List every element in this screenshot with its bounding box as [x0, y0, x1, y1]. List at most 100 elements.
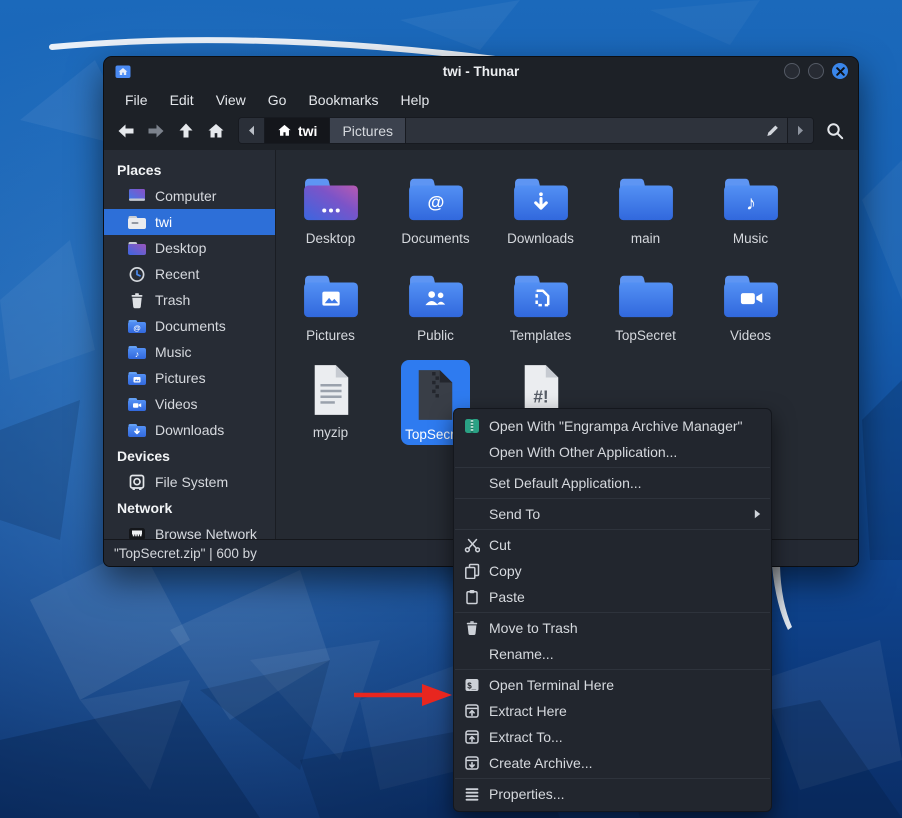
edit-path-button[interactable]	[758, 118, 787, 143]
sidebar-item-twi[interactable]: twi	[104, 209, 275, 235]
sidebar-header-places: Places	[104, 157, 275, 183]
file-item-desktop[interactable]: Desktop	[278, 166, 383, 263]
search-icon	[826, 122, 844, 140]
menu-bookmarks[interactable]: Bookmarks	[297, 88, 389, 112]
sidebar-item-label: Pictures	[155, 370, 206, 386]
file-item-myzip[interactable]: myzip	[278, 360, 383, 457]
file-label: Public	[417, 328, 454, 343]
context-item-send-to[interactable]: Send To	[454, 501, 771, 527]
context-item-label: Extract To...	[489, 729, 563, 745]
folder-pictures-icon	[127, 370, 147, 386]
sidebar-item-label: Music	[155, 344, 192, 360]
path-scroll-left[interactable]	[239, 118, 265, 143]
context-item-open-terminal-here[interactable]: $_Open Terminal Here	[454, 672, 771, 698]
sidebar-item-desktop[interactable]: Desktop	[104, 235, 275, 261]
path-segment-twi[interactable]: twi	[265, 118, 330, 143]
minimize-button[interactable]	[784, 63, 800, 79]
sidebar-item-browse-network[interactable]: Browse Network	[104, 521, 275, 539]
sidebar-item-videos[interactable]: Videos	[104, 391, 275, 417]
sidebar-item-recent[interactable]: Recent	[104, 261, 275, 287]
context-item-label: Set Default Application...	[489, 475, 642, 491]
sidebar-item-pictures[interactable]: Pictures	[104, 365, 275, 391]
file-item-downloads[interactable]: Downloads	[488, 166, 593, 263]
context-item-extract-here[interactable]: Extract Here	[454, 698, 771, 724]
sidebar-item-documents[interactable]: @Documents	[104, 313, 275, 339]
sidebar-item-label: Downloads	[155, 422, 224, 438]
context-item-move-to-trash[interactable]: Move to Trash	[454, 615, 771, 641]
sidebar-item-label: Desktop	[155, 240, 206, 256]
close-button[interactable]	[832, 63, 848, 79]
file-item-main[interactable]: main	[593, 166, 698, 263]
sidebar-item-label: File System	[155, 474, 228, 490]
menubar: FileEditViewGoBookmarksHelp	[104, 85, 858, 115]
sidebar-item-music[interactable]: ♪Music	[104, 339, 275, 365]
menu-go[interactable]: Go	[257, 88, 298, 112]
file-zip-icon	[412, 365, 458, 423]
context-item-open-with-engrampa-archive-manager[interactable]: Open With "Engrampa Archive Manager"	[454, 413, 771, 439]
forward-button[interactable]	[142, 118, 170, 144]
file-label: Documents	[401, 231, 469, 246]
search-button[interactable]	[820, 117, 850, 144]
extract-icon	[463, 703, 480, 719]
context-item-set-default-application[interactable]: Set Default Application...	[454, 470, 771, 496]
context-item-rename[interactable]: Rename...	[454, 641, 771, 667]
path-segment-pictures[interactable]: Pictures	[330, 118, 406, 143]
file-item-topsecret[interactable]: TopSecret	[593, 263, 698, 360]
file-item-videos[interactable]: Videos	[698, 263, 803, 360]
context-item-paste[interactable]: Paste	[454, 584, 771, 610]
file-item-music[interactable]: ♪Music	[698, 166, 803, 263]
pencil-icon	[765, 123, 780, 138]
toolbar: twi Pictures	[104, 115, 858, 150]
desktop: twi - Thunar FileEditViewGoBookmarksHelp	[0, 0, 902, 818]
menu-separator	[455, 529, 770, 530]
folder-documents-icon: @	[127, 318, 147, 334]
menu-edit[interactable]: Edit	[159, 88, 205, 112]
file-label: Templates	[510, 328, 572, 343]
file-item-pictures[interactable]: Pictures	[278, 263, 383, 360]
archive-icon	[463, 755, 480, 771]
folder-icon	[615, 166, 677, 224]
context-item-copy[interactable]: Copy	[454, 558, 771, 584]
context-item-label: Cut	[489, 537, 511, 553]
drive-icon	[127, 474, 147, 491]
svg-text:$_: $_	[467, 681, 476, 690]
menu-view[interactable]: View	[205, 88, 257, 112]
sidebar-header-devices: Devices	[104, 443, 275, 469]
context-item-label: Open With "Engrampa Archive Manager"	[489, 418, 743, 434]
context-item-create-archive[interactable]: Create Archive...	[454, 750, 771, 776]
menu-file[interactable]: File	[114, 88, 159, 112]
file-item-public[interactable]: Public	[383, 263, 488, 360]
copy-icon	[463, 563, 480, 579]
back-button[interactable]	[112, 118, 140, 144]
sidebar-item-label: Trash	[155, 292, 190, 308]
folder-icon	[720, 263, 782, 321]
home-button[interactable]	[202, 118, 230, 144]
context-item-cut[interactable]: Cut	[454, 532, 771, 558]
maximize-button[interactable]	[808, 63, 824, 79]
path-scroll-right[interactable]	[787, 118, 813, 143]
terminal-icon: $_	[463, 677, 480, 693]
list-icon	[463, 786, 480, 802]
pathbar: twi Pictures	[238, 117, 814, 144]
sidebar: PlacesComputertwi Desktop Recent Trash @Docu…	[104, 150, 276, 539]
sidebar-item-trash[interactable]: Trash	[104, 287, 275, 313]
context-item-properties[interactable]: Properties...	[454, 781, 771, 807]
up-button[interactable]	[172, 118, 200, 144]
folder-icon	[510, 166, 572, 224]
menu-separator	[455, 498, 770, 499]
context-item-extract-to[interactable]: Extract To...	[454, 724, 771, 750]
folder-icon	[615, 263, 677, 321]
sidebar-item-computer[interactable]: Computer	[104, 183, 275, 209]
titlebar[interactable]: twi - Thunar	[104, 57, 858, 85]
sidebar-item-file-system[interactable]: File System	[104, 469, 275, 495]
file-item-documents[interactable]: @Documents	[383, 166, 488, 263]
context-item-open-with-other-application[interactable]: Open With Other Application...	[454, 439, 771, 465]
path-empty-area[interactable]	[406, 118, 758, 143]
svg-text:#!: #!	[533, 386, 548, 406]
file-item-templates[interactable]: Templates	[488, 263, 593, 360]
sidebar-item-downloads[interactable]: Downloads	[104, 417, 275, 443]
computer-icon	[127, 188, 147, 204]
svg-text:♪: ♪	[745, 193, 755, 215]
menu-help[interactable]: Help	[390, 88, 441, 112]
context-item-label: Open With Other Application...	[489, 444, 677, 460]
